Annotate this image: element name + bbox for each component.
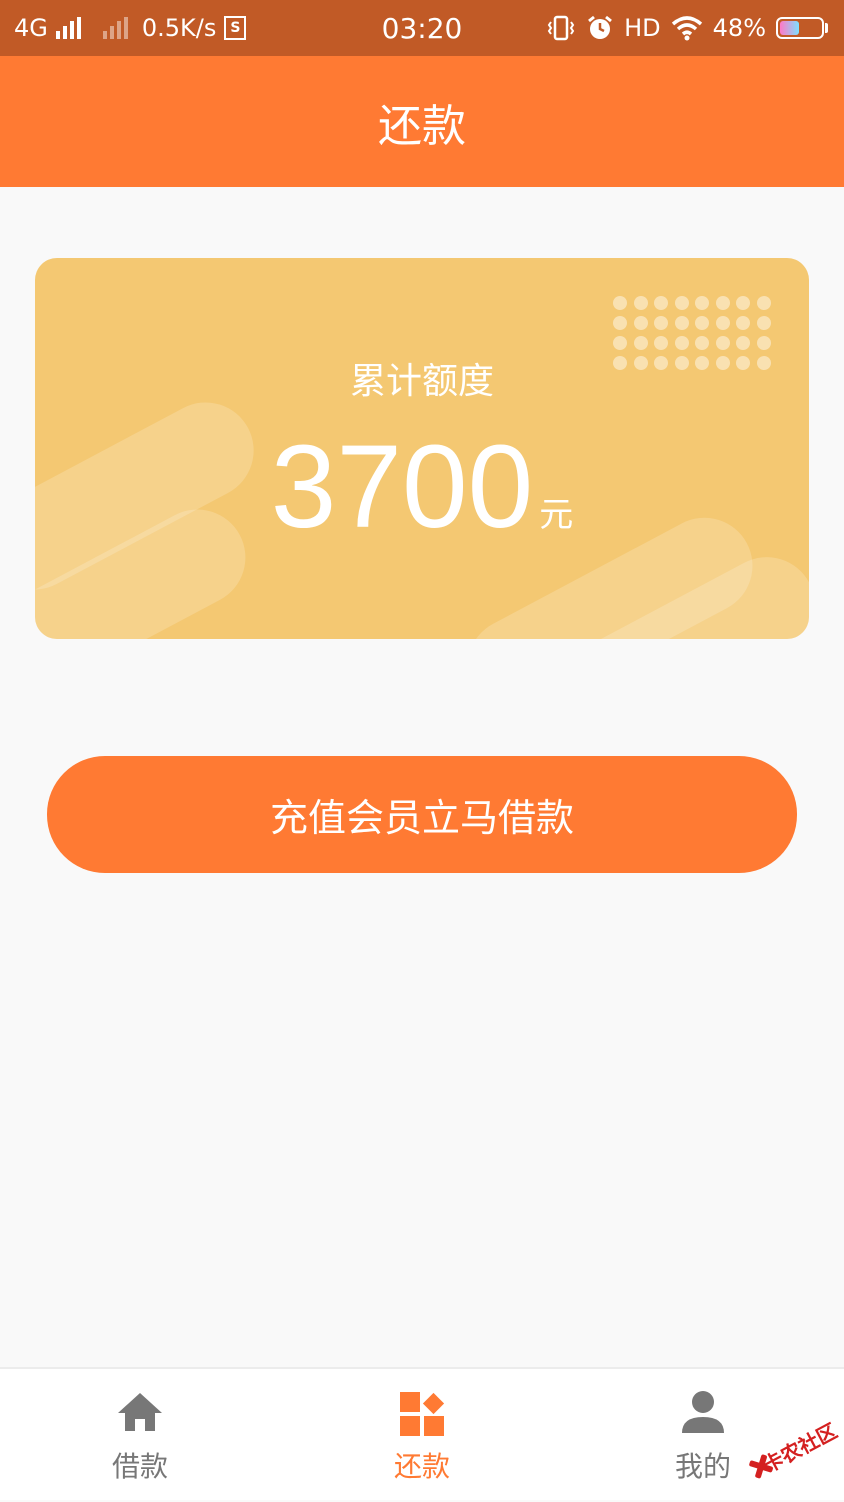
- sim-icon: S: [224, 16, 247, 40]
- tab-label: 我的: [674, 1449, 731, 1483]
- signal-icon: [55, 17, 81, 39]
- bottom-tab-bar: 借款 还款 我的: [0, 1367, 844, 1500]
- vibrate-icon: [547, 15, 575, 41]
- card-label: 累计额度: [349, 361, 494, 402]
- tab-label: 借款: [111, 1449, 168, 1483]
- page-title: 还款: [378, 100, 466, 152]
- battery-percent: 48%: [712, 14, 766, 42]
- tab-borrow[interactable]: 借款: [40, 1369, 240, 1502]
- hd-indicator: HD: [624, 14, 661, 42]
- status-right: HD 48%: [546, 0, 828, 56]
- credit-card: 累计额度 3700 元: [35, 258, 809, 639]
- network-type: 4G: [14, 14, 48, 42]
- wifi-icon: [671, 16, 702, 41]
- signal-2-icon: [102, 17, 128, 39]
- amount-unit: 元: [539, 495, 574, 535]
- tab-label: 还款: [393, 1449, 450, 1483]
- tab-repay[interactable]: 还款: [322, 1369, 522, 1502]
- net-speed: 0.5K/s: [141, 14, 217, 42]
- home-icon: [118, 1392, 162, 1431]
- amount-row: 3700 元: [35, 428, 809, 546]
- clock: 03:20: [381, 11, 463, 45]
- blocks-icon: [400, 1391, 445, 1436]
- status-bar: 4G 0.5K/s S 03:20 HD 48%: [0, 0, 844, 56]
- app-header: 还款: [0, 56, 844, 187]
- person-icon: [682, 1390, 724, 1433]
- battery-icon: [776, 17, 828, 39]
- recharge-borrow-button[interactable]: 充值会员立马借款: [47, 756, 797, 873]
- status-left: 4G 0.5K/s S: [14, 0, 247, 56]
- alarm-icon: [588, 15, 613, 39]
- credit-amount: 3700: [270, 421, 534, 553]
